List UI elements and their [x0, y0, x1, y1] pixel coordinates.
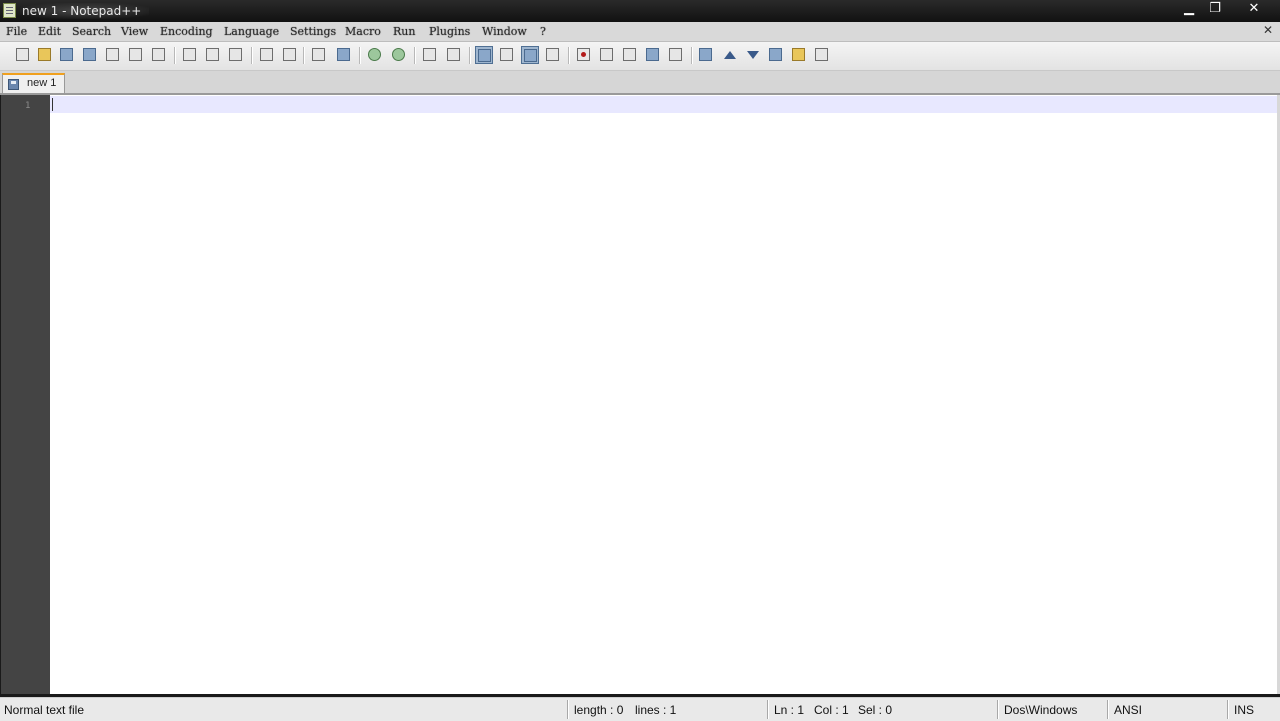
cut-icon[interactable] [181, 46, 199, 64]
line-number-gutter: 1 [1, 95, 50, 694]
folder-icon[interactable] [790, 46, 808, 64]
status-eol[interactable]: Dos\Windows [1000, 701, 1077, 719]
sync-vertical-icon[interactable] [421, 46, 439, 64]
menu-help[interactable]: ? [540, 24, 546, 39]
zoom-out-icon[interactable] [390, 46, 408, 64]
menu-macro[interactable]: Macro [345, 24, 381, 39]
text-caret [52, 98, 53, 111]
close-icon[interactable] [104, 46, 122, 64]
stop-record-icon[interactable] [598, 46, 616, 64]
status-encoding[interactable]: ANSI [1110, 701, 1142, 719]
status-insert-mode[interactable]: INS [1230, 701, 1254, 719]
toolbar-separator [691, 47, 692, 64]
copy-icon[interactable] [204, 46, 222, 64]
sync-horizontal-icon[interactable] [445, 46, 463, 64]
record-macro-icon[interactable] [575, 46, 593, 64]
menu-plugins[interactable]: Plugins [429, 24, 470, 39]
status-lines: lines : 1 [635, 703, 677, 717]
tab-label: new 1 [27, 77, 57, 89]
next-icon[interactable] [744, 46, 762, 64]
spellcheck-icon[interactable] [813, 46, 831, 64]
status-ln: Ln : 1 [774, 703, 805, 717]
previous-icon[interactable] [721, 46, 739, 64]
paste-icon[interactable] [227, 46, 245, 64]
save-macro-icon[interactable] [667, 46, 685, 64]
menu-window[interactable]: Window [482, 24, 527, 39]
status-divider [567, 700, 568, 719]
close-button[interactable]: ✕ [1237, 0, 1271, 18]
redo-icon[interactable] [281, 46, 299, 64]
status-divider [997, 700, 998, 719]
window-title: new 1 - Notepad++ [20, 3, 150, 19]
toolbar-separator [359, 47, 360, 64]
line-number: 1 [25, 101, 31, 111]
menu-bar: File Edit Search View Encoding Language … [0, 22, 1280, 42]
save-all-icon[interactable] [81, 46, 99, 64]
toolbar-separator [174, 47, 175, 64]
menu-settings[interactable]: Settings [290, 24, 336, 39]
status-divider [767, 700, 768, 719]
print-icon[interactable] [150, 46, 168, 64]
word-wrap-icon[interactable] [475, 46, 493, 64]
toolbar-separator [303, 47, 304, 64]
replace-icon[interactable] [335, 46, 353, 64]
menu-search[interactable]: Search [72, 24, 111, 39]
notepad-plus-plus-icon[interactable] [3, 3, 16, 18]
tab-new-1[interactable]: new 1 [2, 73, 65, 93]
status-col: Col : 1 [814, 703, 849, 717]
unfold-icon[interactable] [767, 46, 785, 64]
playback-macro-icon[interactable] [621, 46, 639, 64]
menu-encoding[interactable]: Encoding [160, 24, 213, 39]
save-icon [8, 79, 19, 90]
toolbar [0, 42, 1280, 71]
show-all-chars-icon[interactable] [498, 46, 516, 64]
close-all-icon[interactable] [127, 46, 145, 64]
find-icon[interactable] [310, 46, 328, 64]
toolbar-separator [251, 47, 252, 64]
zoom-in-icon[interactable] [366, 46, 384, 64]
menu-run[interactable]: Run [393, 24, 415, 39]
title-bar: new 1 - Notepad++ ▁ ❐ ✕ [0, 0, 1280, 22]
status-divider [1227, 700, 1228, 719]
status-length: length : 0 [574, 703, 624, 717]
current-line-highlight [50, 96, 1278, 113]
tab-bar: new 1 [0, 71, 1280, 95]
status-sel: Sel : 0 [858, 703, 893, 717]
status-bar: Normal text file length : 0 lines : 1 Ln… [0, 697, 1280, 721]
toolbar-separator [568, 47, 569, 64]
run-macro-multiple-icon[interactable] [644, 46, 662, 64]
new-file-icon[interactable] [14, 46, 32, 64]
status-file-type: Normal text file [4, 703, 85, 717]
indent-guide-icon[interactable] [521, 46, 539, 64]
toolbar-separator [414, 47, 415, 64]
menu-edit[interactable]: Edit [38, 24, 61, 39]
user-language-icon[interactable] [544, 46, 562, 64]
toolbar-separator [469, 47, 470, 64]
status-divider [1107, 700, 1108, 719]
menu-language[interactable]: Language [224, 24, 279, 39]
open-file-icon[interactable] [36, 46, 54, 64]
menu-file[interactable]: File [6, 24, 27, 39]
editor-area[interactable]: 1 [1, 95, 1278, 694]
close-document-icon[interactable]: ✕ [1263, 23, 1273, 37]
save-icon[interactable] [58, 46, 76, 64]
maximize-button[interactable]: ❐ [1200, 0, 1230, 18]
undo-icon[interactable] [258, 46, 276, 64]
fold-icon[interactable] [697, 46, 715, 64]
menu-view[interactable]: View [121, 24, 148, 39]
